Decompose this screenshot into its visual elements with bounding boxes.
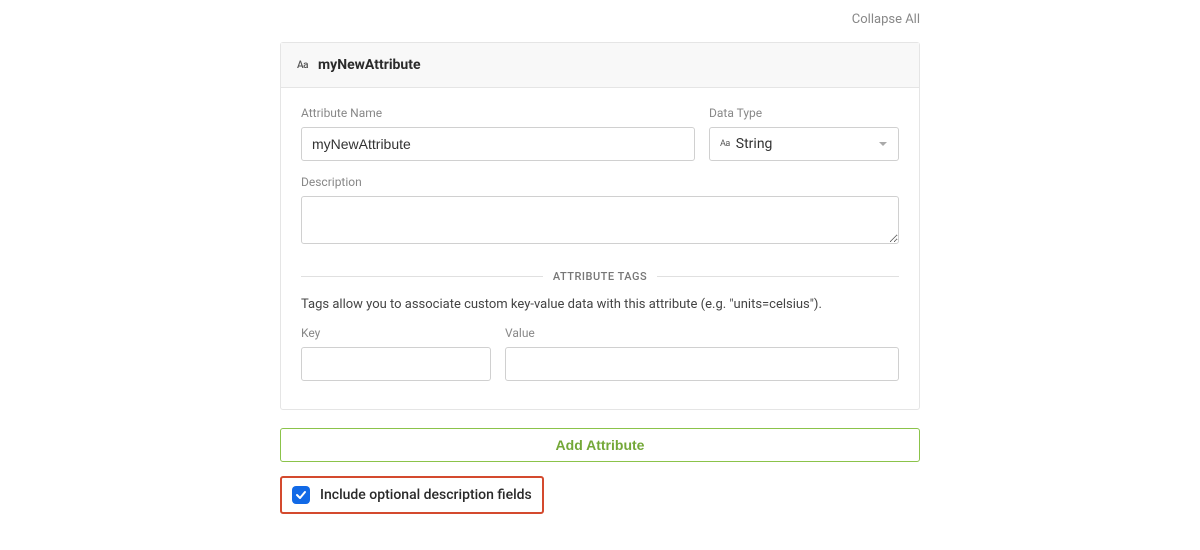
data-type-select[interactable]: Aa String [709, 127, 899, 161]
tag-value-label: Value [505, 326, 899, 340]
attribute-panel: Aa myNewAttribute Attribute Name Data Ty… [280, 42, 920, 410]
divider-line [301, 276, 543, 277]
tag-value-input[interactable] [505, 347, 899, 381]
collapse-all-link[interactable]: Collapse All [852, 12, 920, 27]
attribute-tags-heading: ATTRIBUTE TAGS [553, 270, 647, 283]
include-description-label[interactable]: Include optional description fields [320, 487, 532, 503]
tag-key-label: Key [301, 326, 491, 340]
tags-help-text: Tags allow you to associate custom key-v… [301, 297, 899, 312]
include-description-checkbox[interactable] [292, 486, 310, 504]
string-type-icon: Aa [720, 139, 730, 149]
divider-line [657, 276, 899, 277]
check-icon [295, 489, 307, 501]
data-type-value: String [736, 136, 773, 152]
attribute-name-label: Attribute Name [301, 106, 695, 120]
chevron-down-icon [878, 139, 888, 149]
data-type-label: Data Type [709, 106, 899, 120]
string-type-icon: Aa [297, 60, 308, 71]
attribute-panel-header[interactable]: Aa myNewAttribute [281, 43, 919, 88]
description-label: Description [301, 175, 899, 189]
tag-key-input[interactable] [301, 347, 491, 381]
add-attribute-button[interactable]: Add Attribute [280, 428, 920, 462]
include-description-highlight: Include optional description fields [280, 476, 544, 514]
description-textarea[interactable] [301, 196, 899, 244]
attribute-panel-body: Attribute Name Data Type Aa String Descr… [281, 88, 919, 409]
attribute-header-title: myNewAttribute [318, 57, 421, 73]
attribute-tags-divider: ATTRIBUTE TAGS [301, 270, 899, 283]
attribute-name-input[interactable] [301, 127, 695, 161]
